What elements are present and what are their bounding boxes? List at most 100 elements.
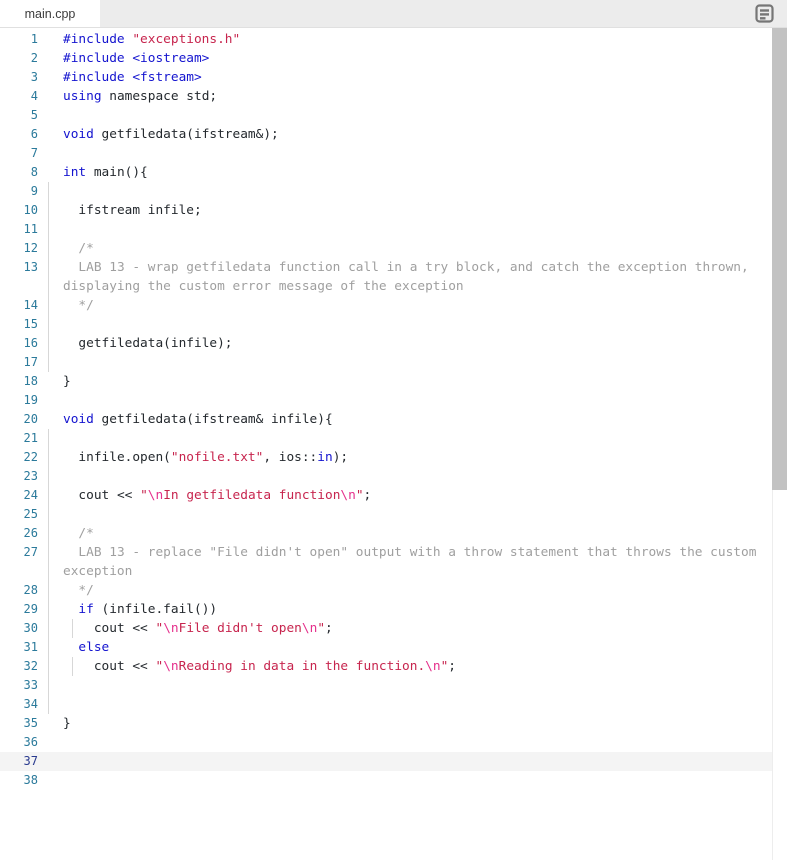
code-line-content[interactable]: getfiledata(infile);	[46, 334, 787, 353]
indent-guide	[48, 619, 49, 638]
line-number: 3	[30, 70, 38, 84]
code-line-row[interactable]: 36 ​	[0, 733, 787, 752]
code-line-content[interactable]: /*	[46, 239, 787, 258]
line-number: 13	[23, 260, 38, 274]
code-line-row[interactable]: 10 ifstream infile;	[0, 201, 787, 220]
code-line-content[interactable]: if (infile.fail())	[46, 600, 787, 619]
code-token: \n	[425, 659, 441, 674]
code-line-content[interactable]: ​	[46, 467, 787, 486]
code-line-content[interactable]: ​	[46, 733, 787, 752]
code-line-row[interactable]: 7​	[0, 144, 787, 163]
code-line-row[interactable]: 35}	[0, 714, 787, 733]
code-line-content[interactable]: void getfiledata(ifstream& infile){	[46, 410, 787, 429]
code-line-content[interactable]: infile.open("nofile.txt", ios::in);	[46, 448, 787, 467]
code-line-content[interactable]: ​	[46, 505, 787, 524]
code-line-content[interactable]: int main(){	[46, 163, 787, 182]
code-token: getfiledata(ifstream&);	[93, 127, 279, 142]
line-number: 22	[23, 450, 38, 464]
code-line-row[interactable]: 34 ​	[0, 695, 787, 714]
code-line-content[interactable]: */	[46, 296, 787, 315]
code-line-row[interactable]: 28 */	[0, 581, 787, 600]
code-token: getfiledata(ifstream& infile){	[93, 412, 333, 427]
code-line-row[interactable]: 1 #include "exceptions.h"	[0, 30, 787, 49]
code-line-row[interactable]: 21 ​	[0, 429, 787, 448]
code-line-content[interactable]: ​	[46, 676, 787, 695]
code-line-content[interactable]: ​	[46, 771, 787, 790]
line-number: 35	[23, 716, 38, 730]
code-token: else	[78, 640, 110, 655]
code-line-row[interactable]: 2 #include <iostream>	[0, 49, 787, 68]
code-token: In getfiledata function	[163, 488, 341, 503]
code-line-content[interactable]: */	[46, 581, 787, 600]
code-line-row[interactable]: 6 void getfiledata(ifstream&);	[0, 125, 787, 144]
code-line-content[interactable]: ​	[46, 144, 787, 163]
code-line-row[interactable]: 25 ​	[0, 505, 787, 524]
code-line-content[interactable]: #include "exceptions.h"	[46, 30, 787, 49]
code-line-row[interactable]: 17 ​	[0, 353, 787, 372]
code-line-content[interactable]: ​	[46, 315, 787, 334]
code-line-content[interactable]: ifstream infile;	[46, 201, 787, 220]
code-line-row[interactable]: 18}	[0, 372, 787, 391]
code-line-content[interactable]: ​	[46, 391, 787, 410]
code-line-row[interactable]: 27 LAB 13 - replace "File didn't open" o…	[0, 543, 787, 581]
code-line-content[interactable]: ​	[46, 353, 787, 372]
code-line-content[interactable]: #include <iostream>	[46, 49, 787, 68]
code-line-content[interactable]: ​	[46, 182, 787, 201]
code-line-row[interactable]: 13 LAB 13 - wrap getfiledata function ca…	[0, 258, 787, 296]
line-number: 25	[23, 507, 38, 521]
code-line-row[interactable]: 5​	[0, 106, 787, 125]
code-line-row[interactable]: 19 ​	[0, 391, 787, 410]
code-line-content[interactable]: #include <fstream>	[46, 68, 787, 87]
code-line-row[interactable]: 24 cout << "\nIn getfiledata function\n"…	[0, 486, 787, 505]
list-lines-icon[interactable]	[755, 4, 774, 23]
code-line-content[interactable]: }	[46, 714, 787, 733]
code-line-row[interactable]: 26 /*	[0, 524, 787, 543]
code-line-row[interactable]: 20 void getfiledata(ifstream& infile){	[0, 410, 787, 429]
code-line-content[interactable]: using namespace std;	[46, 87, 787, 106]
code-line-row[interactable]: 29 if (infile.fail())	[0, 600, 787, 619]
code-line-row[interactable]: 31 else	[0, 638, 787, 657]
code-line-content[interactable]: ​	[46, 106, 787, 125]
line-number: 8	[30, 165, 38, 179]
code-line-row[interactable]: 30 cout << "\nFile didn't open\n";	[0, 619, 787, 638]
editor-pane[interactable]: 1 #include "exceptions.h" 2 #include <iostr…	[0, 28, 787, 860]
code-line-row[interactable]: 37 ​	[0, 752, 787, 771]
code-line-row[interactable]: 3 #include <fstream>	[0, 68, 787, 87]
code-line-content[interactable]: else	[46, 638, 787, 657]
code-line-content[interactable]: ​	[46, 695, 787, 714]
line-number: 33	[23, 678, 38, 692]
indent-guide	[48, 638, 49, 657]
code-line-content[interactable]: ​	[46, 752, 787, 771]
code-line-row[interactable]: 8 int main(){	[0, 163, 787, 182]
code-line-row[interactable]: 4 using namespace std;	[0, 87, 787, 106]
code-token: in	[317, 450, 333, 465]
code-line-row[interactable]: 9​	[0, 182, 787, 201]
code-line-content[interactable]: LAB 13 - replace "File didn't open" outp…	[46, 543, 787, 581]
vertical-scrollbar-track[interactable]	[772, 28, 787, 860]
vertical-scrollbar-thumb[interactable]	[772, 28, 787, 490]
indent-guide	[48, 581, 49, 600]
tab-main-cpp[interactable]: main.cpp	[0, 0, 100, 27]
code-line-row[interactable]: 22 infile.open("nofile.txt", ios::in);	[0, 448, 787, 467]
indent-guide	[48, 334, 49, 353]
code-line-content[interactable]: ​	[46, 429, 787, 448]
code-line-row[interactable]: 23 ​	[0, 467, 787, 486]
code-line-row[interactable]: 38 ​	[0, 771, 787, 790]
code-line-content[interactable]: ​	[46, 220, 787, 239]
code-line-row[interactable]: 15 ​	[0, 315, 787, 334]
code-line-row[interactable]: 14 */	[0, 296, 787, 315]
code-line-content[interactable]: /*	[46, 524, 787, 543]
code-line-content[interactable]: }	[46, 372, 787, 391]
code-line-content[interactable]: LAB 13 - wrap getfiledata function call …	[46, 258, 787, 296]
code-line-row[interactable]: 16 getfiledata(infile);	[0, 334, 787, 353]
code-line-row[interactable]: 32 cout << "\nReading in data in the fun…	[0, 657, 787, 676]
code-line-row[interactable]: 12 /*	[0, 239, 787, 258]
code-line-row[interactable]: 11 ​	[0, 220, 787, 239]
code-line-content[interactable]: cout << "\nFile didn't open\n";	[46, 619, 787, 638]
code-line-content[interactable]: void getfiledata(ifstream&);	[46, 125, 787, 144]
code-line-content[interactable]: cout << "\nReading in data in the functi…	[46, 657, 787, 676]
code-line-row[interactable]: 33 ​	[0, 676, 787, 695]
code-token: LAB 13 - wrap getfiledata function call …	[63, 260, 757, 294]
code-token: );	[332, 450, 349, 465]
code-line-content[interactable]: cout << "\nIn getfiledata function\n";	[46, 486, 787, 505]
